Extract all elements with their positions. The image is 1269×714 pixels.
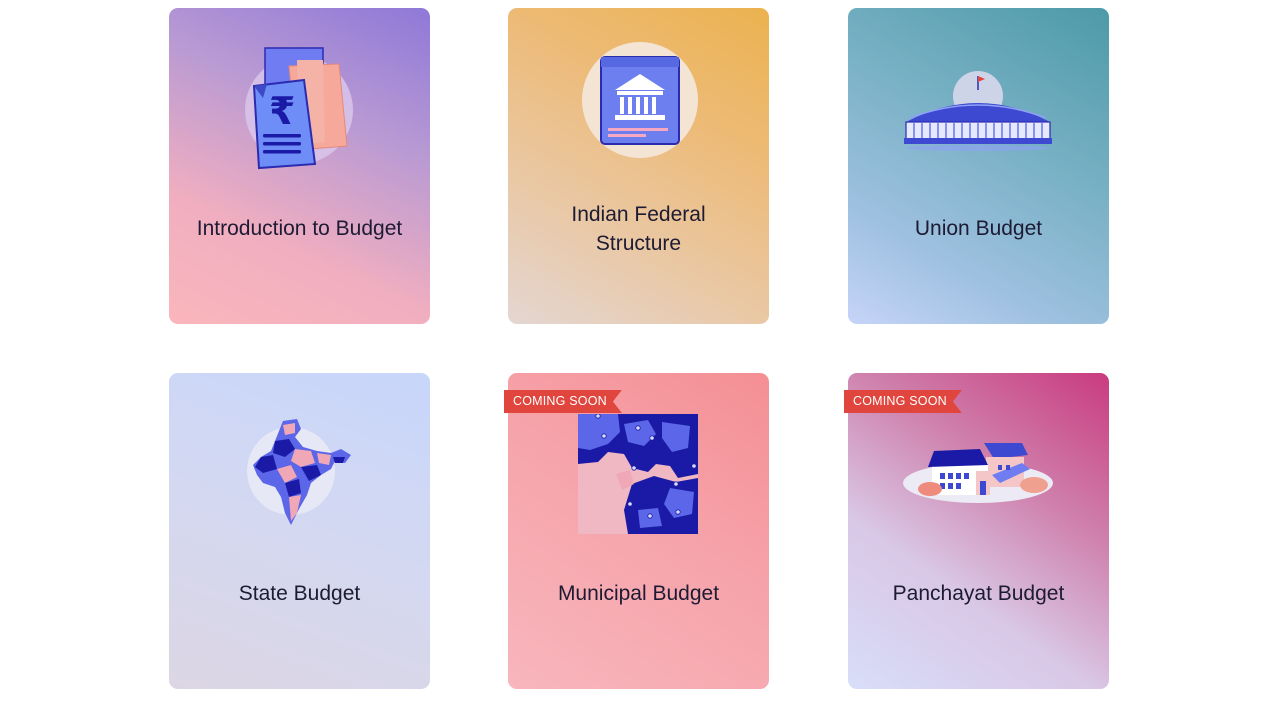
card-introduction-to-budget[interactable]: ₹ Introduction to Budget: [169, 8, 430, 324]
parliament-building-icon: [904, 71, 1052, 151]
card-title: Municipal Budget: [557, 582, 720, 605]
government-building-icon: [582, 42, 698, 158]
card-title: Union Budget: [914, 217, 1043, 240]
coming-soon-badge: COMING SOON: [844, 390, 962, 413]
card-state-budget[interactable]: State Budget: [169, 373, 430, 689]
village-houses-icon: [903, 443, 1053, 503]
district-map-icon: [578, 414, 698, 534]
coming-soon-badge: COMING SOON: [504, 390, 622, 413]
card-title: Indian Federal Structure: [508, 200, 769, 258]
card-indian-federal-structure[interactable]: Indian Federal Structure: [508, 8, 769, 324]
budget-document-rupee-icon: ₹: [245, 47, 353, 170]
card-municipal-budget[interactable]: COMING SOON Municipal Budget: [508, 373, 769, 689]
card-panchayat-budget[interactable]: COMING SOON Panchayat Budget: [848, 373, 1109, 689]
card-title: State Budget: [238, 582, 361, 605]
card-title: Introduction to Budget: [196, 217, 403, 240]
card-title: Panchayat Budget: [892, 582, 1065, 605]
india-map-icon: [247, 419, 351, 525]
svg-text:₹: ₹: [269, 89, 295, 133]
card-title-line-1: Indian Federal: [571, 203, 706, 226]
card-union-budget[interactable]: Union Budget: [848, 8, 1109, 324]
card-title-line-2: Structure: [595, 232, 682, 255]
